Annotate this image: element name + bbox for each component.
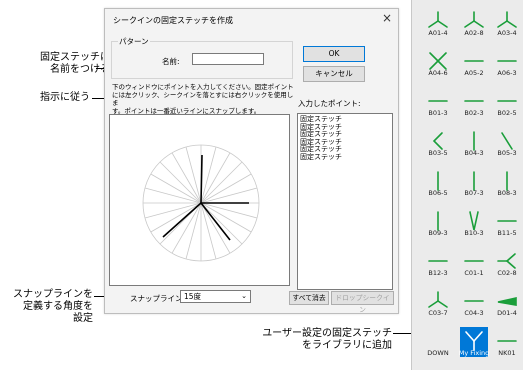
library-item-label: My Fixing: [458, 349, 490, 357]
library-item[interactable]: DOWN: [423, 325, 453, 363]
library-item-label: B10-3: [464, 229, 484, 237]
create-sequin-fixing-dialog: シークインの固定ステッチを作成 × パターン 名前: OK キャンセル 下のウィ…: [104, 8, 399, 314]
clear-all-button[interactable]: すべて消去: [289, 291, 329, 305]
library-item-label: B02-5: [497, 109, 517, 117]
ok-button[interactable]: OK: [303, 46, 365, 62]
snap-angle-select[interactable]: 15度 ⌄: [180, 290, 251, 303]
callout-name: 固定ステッチに 名前をつける: [24, 52, 110, 76]
library-item-label: A05-2: [464, 69, 484, 77]
callout-follow-text: 指示に従う: [40, 92, 90, 103]
library-item[interactable]: B04-3: [459, 125, 489, 163]
library-item[interactable]: A06-3: [492, 45, 522, 83]
library-item[interactable]: B08-3: [492, 165, 522, 203]
library-item[interactable]: A04-6: [423, 45, 453, 83]
library-item[interactable]: B01-3: [423, 85, 453, 123]
library-item[interactable]: A02-8: [459, 5, 489, 43]
sequin-fixing-library: A01-4 A02-8 A03-4 A04-6 A05-2 A06-3 B01-3 B02-3…: [411, 0, 523, 370]
library-item-label: B09-3: [428, 229, 448, 237]
library-item-label: D01-4: [497, 309, 517, 317]
snap-line: [144, 187, 202, 204]
library-item-label: B11-5: [497, 229, 517, 237]
callout-name-line2: 名前をつける: [50, 64, 110, 75]
library-item-label: A04-6: [428, 69, 448, 77]
library-item-label: B12-3: [428, 269, 448, 277]
snap-line: [200, 202, 258, 219]
entered-points-list[interactable]: 固定ステッチ 固定ステッチ 固定ステッチ 固定ステッチ 固定ステッチ 固定ステッ…: [297, 113, 393, 290]
snap-line-wheel: [142, 144, 260, 262]
library-item-label: B02-3: [464, 109, 484, 117]
library-item[interactable]: C04-3: [459, 285, 489, 323]
library-item-label: B08-3: [497, 189, 517, 197]
library-item-label: B04-3: [464, 149, 484, 157]
cancel-button[interactable]: キャンセル: [303, 66, 365, 82]
library-item[interactable]: D01-4: [492, 285, 522, 323]
library-item-label: A01-4: [428, 29, 448, 37]
library-item[interactable]: B11-5: [492, 205, 522, 243]
callout-library-line2: をライブラリに追加: [302, 340, 392, 351]
library-item-label: A02-8: [464, 29, 484, 37]
snap-line: [185, 202, 202, 260]
library-item[interactable]: A03-4: [492, 5, 522, 43]
library-item[interactable]: B09-3: [423, 205, 453, 243]
name-label: 名前:: [162, 57, 180, 66]
library-item[interactable]: A05-2: [459, 45, 489, 83]
pattern-group: パターン 名前:: [111, 36, 293, 79]
snap-line: [200, 146, 217, 204]
snap-angle-value: 15度: [184, 292, 202, 301]
library-item[interactable]: C02-8: [492, 245, 522, 283]
library-item[interactable]: A01-4: [423, 5, 453, 43]
library-item[interactable]: B07-3: [459, 165, 489, 203]
library-item[interactable]: B03-5: [423, 125, 453, 163]
entered-points-label: 入力したポイント:: [298, 99, 361, 108]
callout-snap-line3: 設定: [73, 313, 93, 324]
library-item[interactable]: B05-3: [492, 125, 522, 163]
library-item[interactable]: My Fixing: [459, 325, 489, 363]
library-item-label: B07-3: [464, 189, 484, 197]
library-item-label: NK01: [498, 349, 516, 357]
callout-snap: スナップラインを 定義する角度を 設定: [4, 289, 93, 325]
library-item-label: B03-5: [428, 149, 448, 157]
library-item[interactable]: C01-1: [459, 245, 489, 283]
name-input[interactable]: [192, 53, 264, 65]
library-item-label: B01-3: [428, 109, 448, 117]
library-item-label: B06-5: [428, 189, 448, 197]
library-item-label: C02-8: [497, 269, 517, 277]
fixing-stitch-line: [200, 154, 203, 204]
callout-snap-line2: 定義する角度を: [23, 301, 93, 312]
library-item[interactable]: B02-3: [459, 85, 489, 123]
callout-name-line1: 固定ステッチに: [40, 52, 110, 63]
library-item-label: A06-3: [497, 69, 517, 77]
close-icon[interactable]: ×: [382, 11, 392, 25]
entered-point-item[interactable]: 固定ステッチ: [300, 153, 390, 162]
snap-line-label: スナップライン:: [130, 294, 186, 303]
drop-sequin-button[interactable]: ドロップシークイン: [331, 291, 394, 314]
snap-line: [200, 187, 258, 204]
library-item-label: DOWN: [427, 349, 449, 357]
dialog-title: シークインの固定ステッチを作成: [113, 16, 233, 25]
library-item[interactable]: B10-3: [459, 205, 489, 243]
library-item[interactable]: NK01: [492, 325, 522, 363]
library-item[interactable]: B06-5: [423, 165, 453, 203]
instruction-text: 下のウィンドウにポイントを入力してください。固定ポイント には左クリック、シーク…: [112, 83, 297, 115]
chevron-down-icon: ⌄: [241, 292, 247, 300]
library-item[interactable]: C03-7: [423, 285, 453, 323]
pattern-group-label: パターン: [118, 36, 150, 47]
library-item-label: A03-4: [497, 29, 517, 37]
library-item-label: C03-7: [428, 309, 448, 317]
instruction-line1: 下のウィンドウにポイントを入力してください。固定ポイント: [112, 83, 294, 91]
library-item-label: B05-3: [497, 149, 517, 157]
library-item-label: C04-3: [464, 309, 484, 317]
callout-library: ユーザー設定の固定ステッチ をライブラリに追加: [230, 328, 392, 352]
callout-follow: 指示に従う: [20, 92, 90, 104]
library-item[interactable]: B02-5: [492, 85, 522, 123]
library-item-label: C01-1: [464, 269, 484, 277]
instruction-line2: には左クリック、シークインを落とすには右クリックを使用しま: [112, 91, 294, 107]
snap-line: [185, 146, 202, 204]
callout-snap-line1: スナップラインを: [13, 289, 93, 300]
fixing-stitch-line: [200, 202, 231, 241]
point-entry-canvas[interactable]: [109, 114, 290, 286]
library-item[interactable]: B12-3: [423, 245, 453, 283]
callout-library-line1: ユーザー設定の固定ステッチ: [262, 328, 392, 339]
